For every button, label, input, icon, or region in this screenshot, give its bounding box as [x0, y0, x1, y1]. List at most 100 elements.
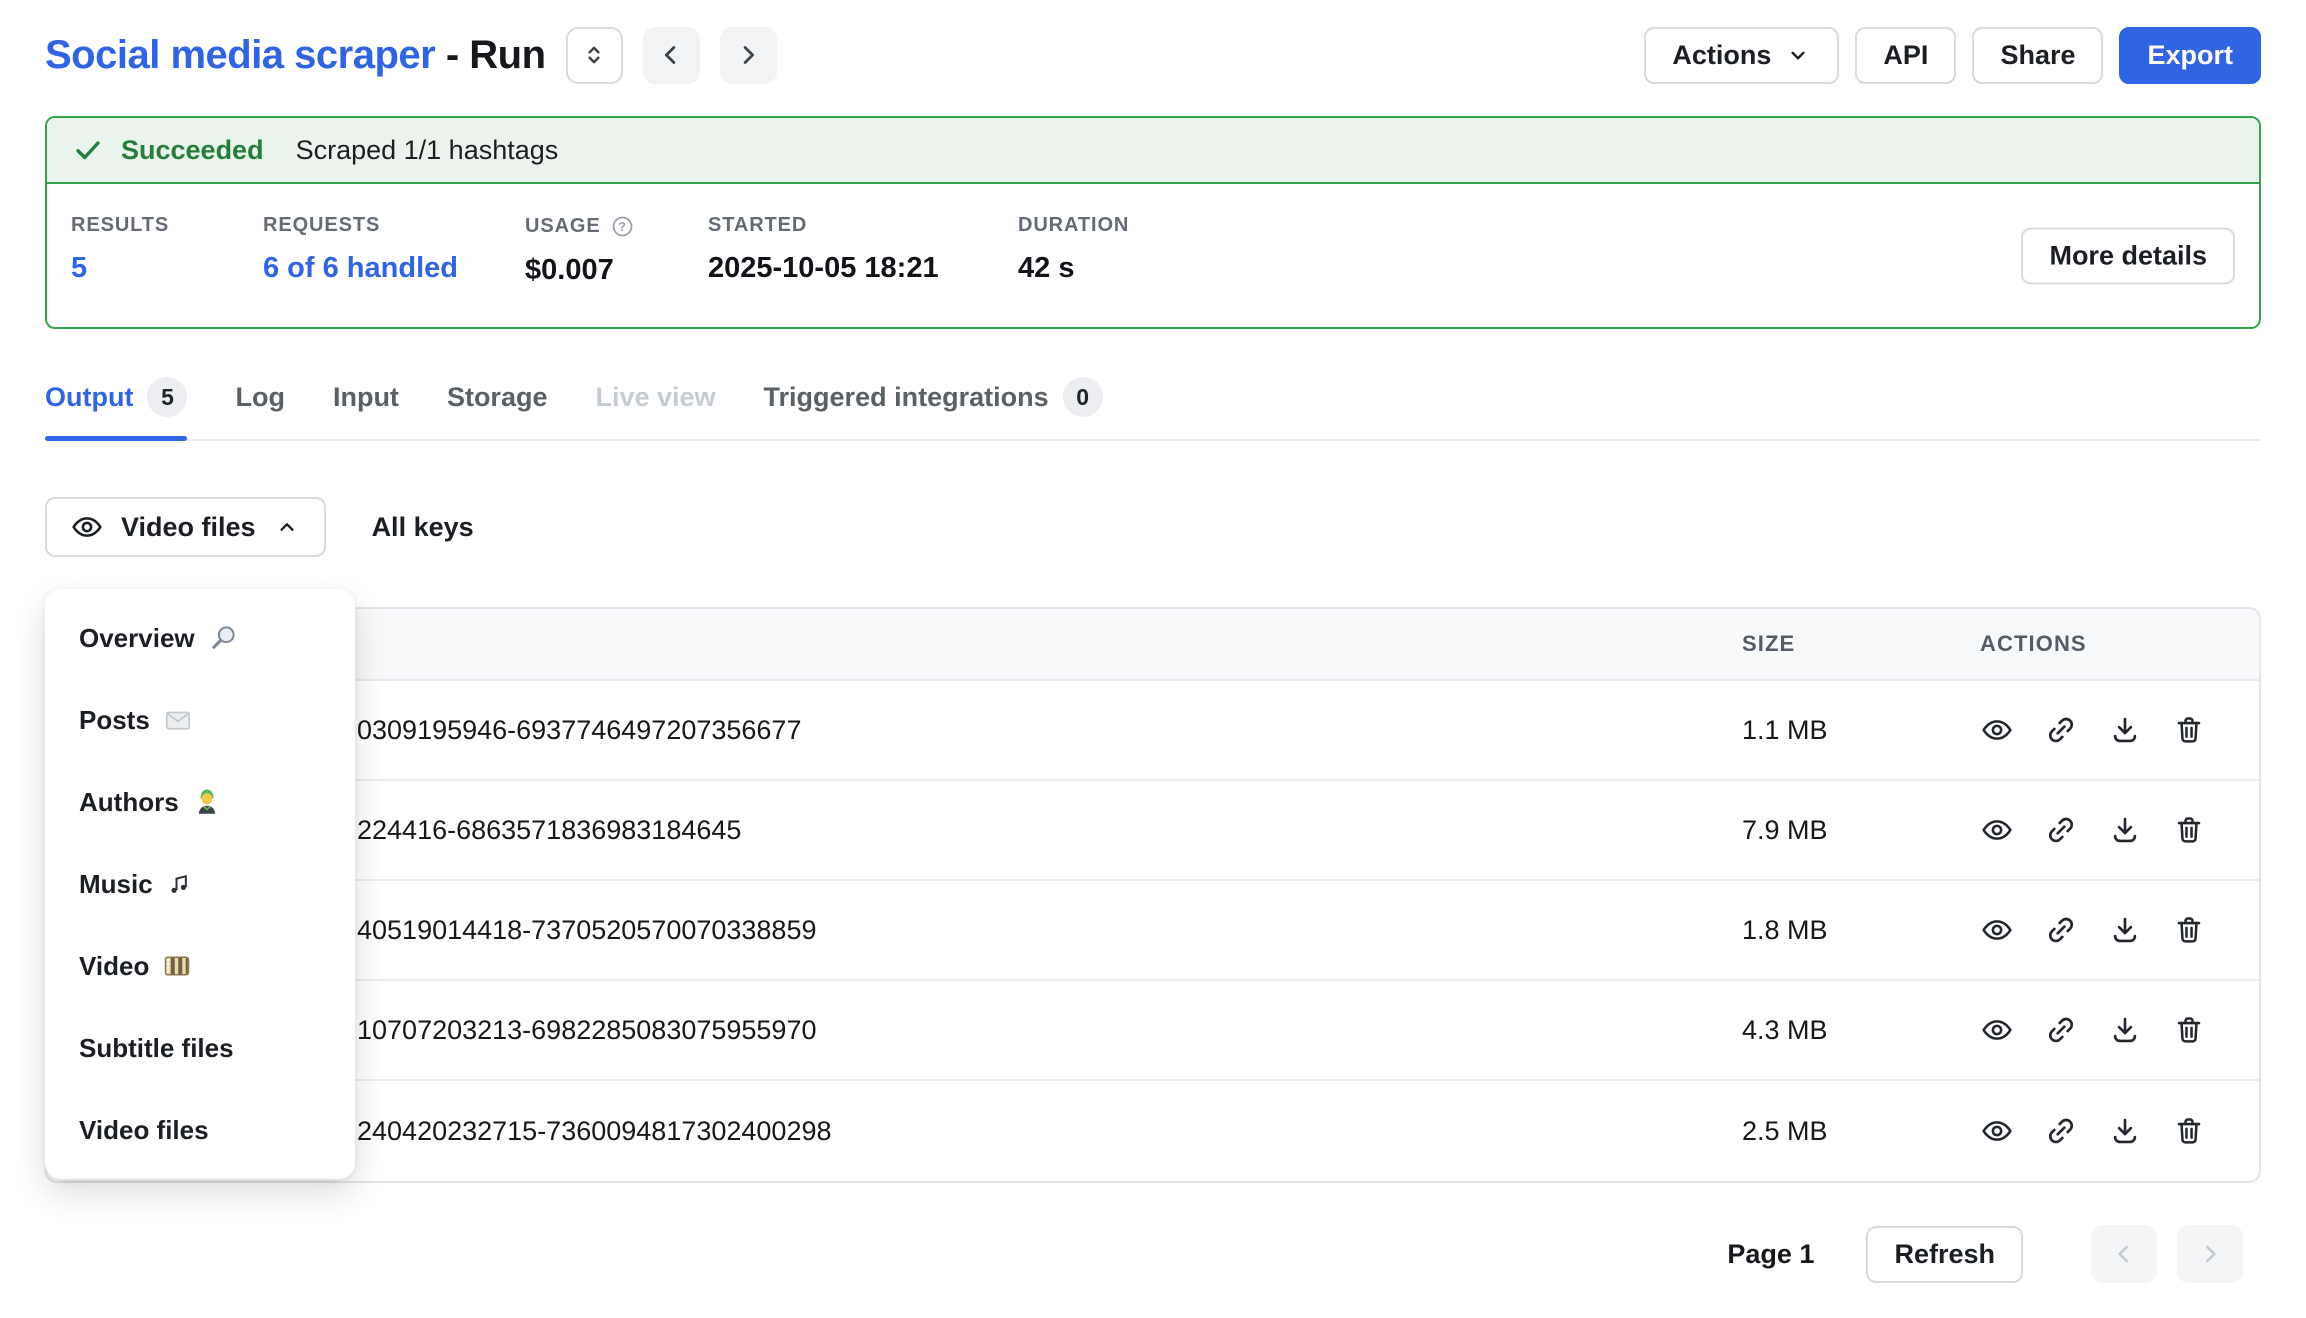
run-status-card: Succeeded Scraped 1/1 hashtags RESULTS 5…: [45, 116, 2261, 329]
row-actions: [1952, 1114, 2259, 1148]
download-icon: [2109, 1115, 2141, 1147]
view-file-button[interactable]: [1980, 1114, 2014, 1148]
chevron-left-icon: [2110, 1240, 2138, 1268]
stat-started: STARTED 2025-10-05 18:21: [708, 214, 1018, 287]
next-page-button: [2177, 1225, 2243, 1283]
view-selector-dropdown: Overview Posts Authors Music Video Subti…: [45, 589, 355, 1179]
export-button[interactable]: Export: [2119, 27, 2261, 84]
row-actions: [1952, 713, 2259, 747]
dropdown-item-video-files[interactable]: Video files: [45, 1089, 355, 1171]
copy-link-button[interactable]: [2044, 1013, 2078, 1047]
view-file-button[interactable]: [1980, 913, 2014, 947]
dropdown-item-music[interactable]: Music: [45, 843, 355, 925]
table-row: 40519014418-7370520570070338859 1.8 MB: [47, 881, 2259, 981]
stat-label: USAGE: [525, 214, 708, 239]
trash-icon: [2173, 1115, 2205, 1147]
copy-link-button[interactable]: [2044, 913, 2078, 947]
copy-link-button[interactable]: [2044, 813, 2078, 847]
table-row: 240420232715-7360094817302400298 2.5 MB: [47, 1081, 2259, 1181]
view-selector-label: Video files: [121, 512, 256, 543]
more-details-button[interactable]: More details: [2021, 227, 2235, 284]
link-icon: [2045, 714, 2077, 746]
eye-icon: [71, 511, 103, 543]
view-file-button[interactable]: [1980, 813, 2014, 847]
eye-icon: [1981, 1115, 2013, 1147]
link-icon: [2045, 914, 2077, 946]
header-actions: Actions API Share Export: [1644, 27, 2261, 84]
run-stats: RESULTS 5 REQUESTS 6 of 6 handled USAGE …: [47, 184, 2259, 327]
tab-label: Output: [45, 382, 133, 413]
dropdown-item-label: Music: [79, 869, 153, 900]
delete-button[interactable]: [2172, 913, 2206, 947]
previous-run-button[interactable]: [643, 27, 700, 84]
delete-button[interactable]: [2172, 1013, 2206, 1047]
chevron-right-icon: [2196, 1240, 2224, 1268]
file-size: 2.5 MB: [1742, 1116, 1952, 1147]
status-state: Succeeded: [121, 135, 264, 166]
requests-link[interactable]: 6 of 6 handled: [263, 252, 525, 285]
download-button[interactable]: [2108, 913, 2142, 947]
download-icon: [2109, 714, 2141, 746]
dropdown-item-posts[interactable]: Posts: [45, 679, 355, 761]
run-selector-button[interactable]: [566, 27, 623, 84]
row-actions: [1952, 1013, 2259, 1047]
tab-input[interactable]: Input: [333, 377, 399, 439]
download-button[interactable]: [2108, 713, 2142, 747]
delete-button[interactable]: [2172, 813, 2206, 847]
download-button[interactable]: [2108, 1114, 2142, 1148]
usage-value: $0.007: [525, 254, 708, 287]
run-title-suffix: - Run: [446, 33, 546, 77]
refresh-button[interactable]: Refresh: [1866, 1226, 2023, 1283]
dropdown-item-label: Video: [79, 951, 149, 982]
dropdown-item-subtitle-files[interactable]: Subtitle files: [45, 1007, 355, 1089]
row-actions: [1952, 913, 2259, 947]
run-tabs: Output 5 Log Input Storage Live view Tri…: [45, 377, 2261, 441]
link-icon: [2045, 1115, 2077, 1147]
stat-label: RESULTS: [71, 214, 263, 237]
download-button[interactable]: [2108, 1013, 2142, 1047]
next-run-button[interactable]: [720, 27, 777, 84]
actions-menu-button[interactable]: Actions: [1644, 27, 1839, 84]
api-button[interactable]: API: [1855, 27, 1956, 84]
all-keys-link[interactable]: All keys: [372, 512, 474, 543]
dropdown-item-label: Subtitle files: [79, 1033, 234, 1064]
dropdown-item-overview[interactable]: Overview: [45, 597, 355, 679]
file-size: 1.1 MB: [1742, 715, 1952, 746]
tab-log[interactable]: Log: [235, 377, 284, 439]
view-file-button[interactable]: [1980, 1013, 2014, 1047]
view-selector-button[interactable]: Video files: [45, 497, 326, 557]
tab-storage[interactable]: Storage: [447, 377, 548, 439]
eye-icon: [1981, 1014, 2013, 1046]
stat-label: REQUESTS: [263, 214, 525, 237]
dropdown-item-authors[interactable]: Authors: [45, 761, 355, 843]
dropdown-item-video[interactable]: Video: [45, 925, 355, 1007]
share-button[interactable]: Share: [1972, 27, 2103, 84]
tab-label: Input: [333, 382, 399, 413]
chevron-up-icon: [274, 514, 300, 540]
pagination: Page 1 Refresh: [45, 1225, 2261, 1283]
previous-page-button: [2091, 1225, 2157, 1283]
download-icon: [2109, 914, 2141, 946]
copy-link-button[interactable]: [2044, 713, 2078, 747]
page-title: Social media scraper - Run: [45, 33, 546, 78]
size-column-header: SIZE: [1742, 631, 1952, 657]
actor-title-link[interactable]: Social media scraper: [45, 33, 435, 77]
delete-button[interactable]: [2172, 713, 2206, 747]
check-icon: [73, 135, 103, 165]
table-row: 10707203213-6982285083075955970 4.3 MB: [47, 981, 2259, 1081]
trash-icon: [2173, 1014, 2205, 1046]
download-button[interactable]: [2108, 813, 2142, 847]
file-size: 4.3 MB: [1742, 1015, 1952, 1046]
dropdown-item-label: Video files: [79, 1115, 209, 1146]
link-icon: [2045, 814, 2077, 846]
help-circle-icon[interactable]: [610, 214, 635, 239]
results-count-link[interactable]: 5: [71, 252, 263, 285]
tab-triggered-integrations[interactable]: Triggered integrations 0: [764, 377, 1103, 439]
copy-link-button[interactable]: [2044, 1114, 2078, 1148]
actions-label: Actions: [1672, 40, 1771, 71]
output-files-table: SIZE ACTIONS 0309195946-6937746497207356…: [45, 607, 2261, 1183]
tab-label: Triggered integrations: [764, 382, 1049, 413]
view-file-button[interactable]: [1980, 713, 2014, 747]
delete-button[interactable]: [2172, 1114, 2206, 1148]
tab-output[interactable]: Output 5: [45, 377, 187, 439]
